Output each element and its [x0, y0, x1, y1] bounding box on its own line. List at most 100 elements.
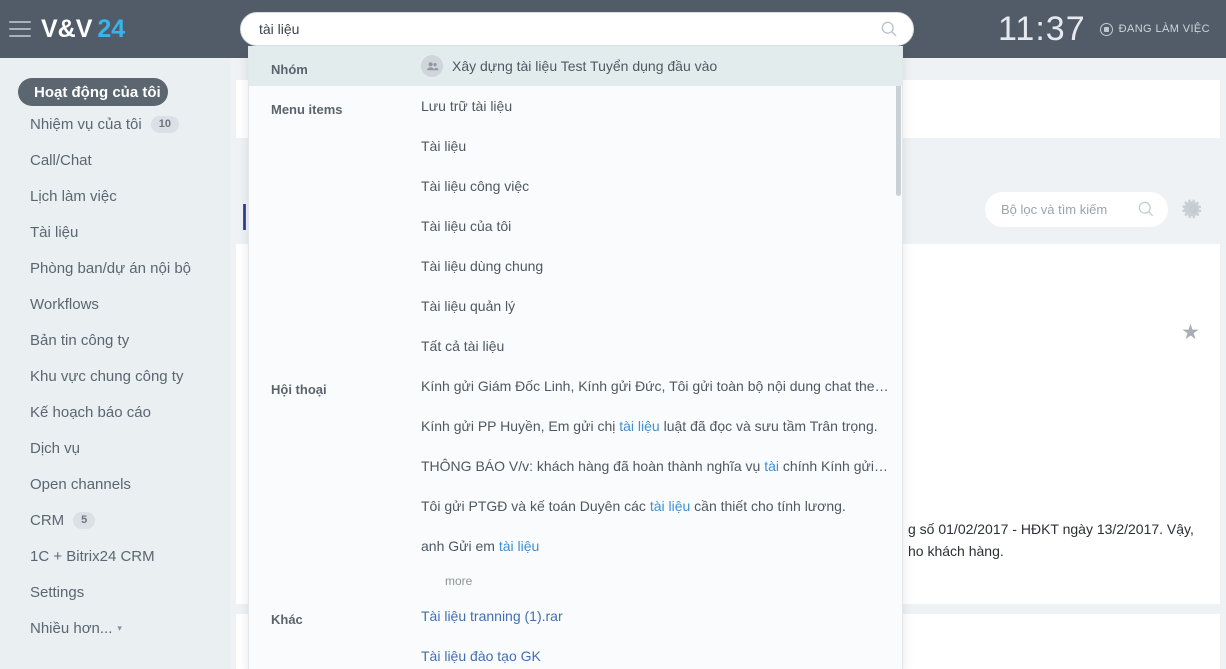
sidebar: Hoạt động của tôi Nhiệm vụ của tôi 10 Call/… [0, 58, 230, 669]
search-results-dropdown: Nhóm Xây dựng tài liệu Test Tuyển dụng đầ… [248, 46, 903, 669]
chevron-down-icon: ▾ [117, 622, 122, 633]
dropdown-result-item[interactable]: Kính gửi Giám Đốc Linh, Kính gửi Đức, Tô… [421, 366, 891, 406]
sidebar-item-13[interactable]: 1C + Bitrix24 CRM [0, 538, 230, 574]
sidebar-item-label: Tài liệu [30, 223, 79, 241]
search-term-highlight: tài liệu [649, 498, 691, 514]
sidebar-item-label: Lịch làm việc [30, 187, 117, 205]
sidebar-item-label: Settings [30, 583, 85, 601]
text-edit-cursor-bar [243, 204, 246, 230]
sidebar-item-label: Kế hoạch báo cáo [30, 403, 151, 421]
hamburger-icon[interactable] [9, 21, 31, 37]
sidebar-item-label: 1C + Bitrix24 CRM [30, 547, 155, 565]
sidebar-item-12[interactable]: CRM 5 [0, 502, 230, 538]
dropdown-result-item[interactable]: Lưu trữ tài liệu [421, 86, 888, 126]
dropdown-result-item[interactable]: Tất cả tài liệu [421, 326, 888, 366]
sidebar-item-15[interactable]: Nhiều hơn... ▾ [0, 610, 230, 646]
sidebar-item-11[interactable]: Open channels [0, 466, 230, 502]
search-term-highlight: Tài liệu [421, 608, 467, 624]
sidebar-item-label: Nhiệm vụ của tôi [30, 115, 142, 133]
sidebar-item-label: Open channels [30, 475, 131, 493]
dropdown-section-items: Lưu trữ tài liệu Tài liệu Tài liệu công vi… [421, 86, 902, 366]
background-text-line-1: g số 01/02/2017 - HĐKT ngày 13/2/2017. V… [908, 521, 1194, 537]
background-text-line-2: ho khách hàng. [908, 543, 1004, 559]
dropdown-result-item[interactable]: Tài liệu công việc [421, 166, 888, 206]
dropdown-section-label: Hội thoại [271, 382, 327, 397]
dropdown-section-label: Khác [271, 612, 303, 627]
sidebar-item-badge: 10 [150, 115, 179, 133]
star-icon[interactable]: ★ [1181, 322, 1200, 343]
dropdown-result-text: Tài liệu quản lý [421, 298, 516, 314]
status-working-icon [1099, 22, 1113, 36]
work-status-toggle[interactable]: ĐANG LÀM VIỆC [1099, 22, 1210, 36]
dropdown-section-3: Khác Tài liệu tranning (1).rar Tài liệu đà… [249, 596, 902, 669]
global-search [240, 12, 914, 46]
dropdown-result-item[interactable]: Tài liệu tranning (1).rar [421, 596, 888, 636]
filter-placeholder-text: Bộ lọc và tìm kiếm [1001, 201, 1108, 217]
dropdown-section-label: Menu items [271, 102, 343, 117]
dropdown-result-item[interactable]: Tôi gửi PTGĐ và kế toán Duyên các tài li… [421, 486, 891, 526]
dropdown-result-item[interactable]: Kính gửi PP Huyền, Em gửi chị tài liệu l… [421, 406, 891, 446]
sidebar-item-6[interactable]: Workflows [0, 286, 230, 322]
search-term-highlight: Tài liệu [421, 648, 467, 664]
brand-text: V&V [41, 14, 93, 43]
sidebar-item-7[interactable]: Bản tin công ty [0, 322, 230, 358]
sidebar-item-1[interactable]: Nhiệm vụ của tôi 10 [0, 106, 230, 142]
search-icon [1138, 201, 1154, 217]
sidebar-item-5[interactable]: Phòng ban/dự án nội bộ [0, 250, 230, 286]
dropdown-result-text: Tài liệu [421, 138, 467, 154]
group-avatar-icon [421, 55, 443, 77]
sidebar-item-3[interactable]: Lịch làm việc [0, 178, 230, 214]
dropdown-section-items: Tài liệu tranning (1).rar Tài liệu đào tạ… [421, 596, 902, 669]
dropdown-result-text: Tôi gửi PTGĐ và kế toán Duyên các tài li… [421, 498, 846, 514]
dropdown-result-item[interactable]: Tài liệu dùng chung [421, 246, 888, 286]
status-label: ĐANG LÀM VIỆC [1118, 23, 1210, 35]
sidebar-item-label: Workflows [30, 295, 99, 313]
sidebar-item-label: Dịch vụ [30, 439, 81, 457]
dropdown-more-link[interactable]: more [421, 566, 891, 596]
dropdown-section-items: Kính gửi Giám Đốc Linh, Kính gửi Đức, Tô… [421, 366, 902, 596]
sidebar-item-0[interactable]: Hoạt động của tôi [18, 78, 168, 106]
sidebar-item-8[interactable]: Khu vực chung công ty [0, 358, 230, 394]
dropdown-section-label: Nhóm [271, 62, 308, 77]
dropdown-result-text: Tài liệu công việc [421, 178, 530, 194]
sidebar-item-9[interactable]: Kế hoạch báo cáo [0, 394, 230, 430]
dropdown-section-1: Menu items Lưu trữ tài liệu Tài liệu Tài li… [249, 86, 902, 366]
sidebar-item-4[interactable]: Tài liệu [0, 214, 230, 250]
dropdown-result-text: Lưu trữ tài liệu [421, 98, 513, 114]
dropdown-result-item[interactable]: Tài liệu [421, 126, 888, 166]
dropdown-result-item[interactable]: Tài liệu quản lý [421, 286, 888, 326]
dropdown-section-2: Hội thoại Kính gửi Giám Đốc Linh, Kính gử… [249, 366, 902, 596]
sidebar-item-label: Call/Chat [30, 151, 92, 169]
clock-display: 11:37 [998, 10, 1086, 48]
dropdown-result-text: Tất cả tài liệu [421, 338, 505, 354]
search-term-highlight: tài liệu [498, 538, 540, 554]
header-right-cluster: 11:37 ĐANG LÀM VIỆC [998, 0, 1210, 58]
sidebar-item-2[interactable]: Call/Chat [0, 142, 230, 178]
dropdown-result-text: anh Gửi em tài liệu [421, 538, 540, 554]
sidebar-item-label: Khu vực chung công ty [30, 367, 184, 385]
dropdown-result-item[interactable]: anh Gửi em tài liệu [421, 526, 891, 566]
gear-icon[interactable] [1182, 198, 1204, 220]
dropdown-result-text: Kính gửi PP Huyền, Em gửi chị tài liệu l… [421, 418, 878, 434]
dropdown-result-item[interactable]: Xây dựng tài liệu Test Tuyển dụng đầu và… [421, 46, 888, 86]
filter-search-input[interactable]: Bộ lọc và tìm kiếm [985, 191, 1168, 227]
sidebar-item-badge: 5 [73, 511, 96, 529]
brand-logo[interactable]: V&V 24 [41, 15, 125, 44]
dropdown-result-item[interactable]: THÔNG BÁO V/v: khách hàng đã hoàn thành … [421, 446, 891, 486]
dropdown-section-items: Xây dựng tài liệu Test Tuyển dụng đầu và… [421, 46, 902, 86]
search-icon[interactable] [879, 19, 899, 39]
dropdown-result-text: THÔNG BÁO V/v: khách hàng đã hoàn thành … [421, 458, 891, 474]
search-input[interactable] [259, 21, 879, 37]
dropdown-result-item[interactable]: Tài liệu đào tạo GK [421, 636, 888, 669]
search-term-highlight: tài liệu [619, 418, 660, 434]
search-input-wrapper[interactable] [240, 12, 914, 46]
search-term-highlight: tài [764, 458, 780, 474]
sidebar-item-label: Nhiều hơn... [30, 619, 113, 637]
sidebar-item-label: CRM [30, 511, 65, 529]
dropdown-result-text: Kính gửi Giám Đốc Linh, Kính gửi Đức, Tô… [421, 378, 891, 394]
dropdown-result-item[interactable]: Tài liệu của tôi [421, 206, 888, 246]
sidebar-item-10[interactable]: Dịch vụ [0, 430, 230, 466]
sidebar-item-label: Hoạt động của tôi [34, 83, 161, 101]
dropdown-result-text: Xây dựng tài liệu Test Tuyển dụng đầu và… [452, 58, 718, 74]
sidebar-item-14[interactable]: Settings [0, 574, 230, 610]
